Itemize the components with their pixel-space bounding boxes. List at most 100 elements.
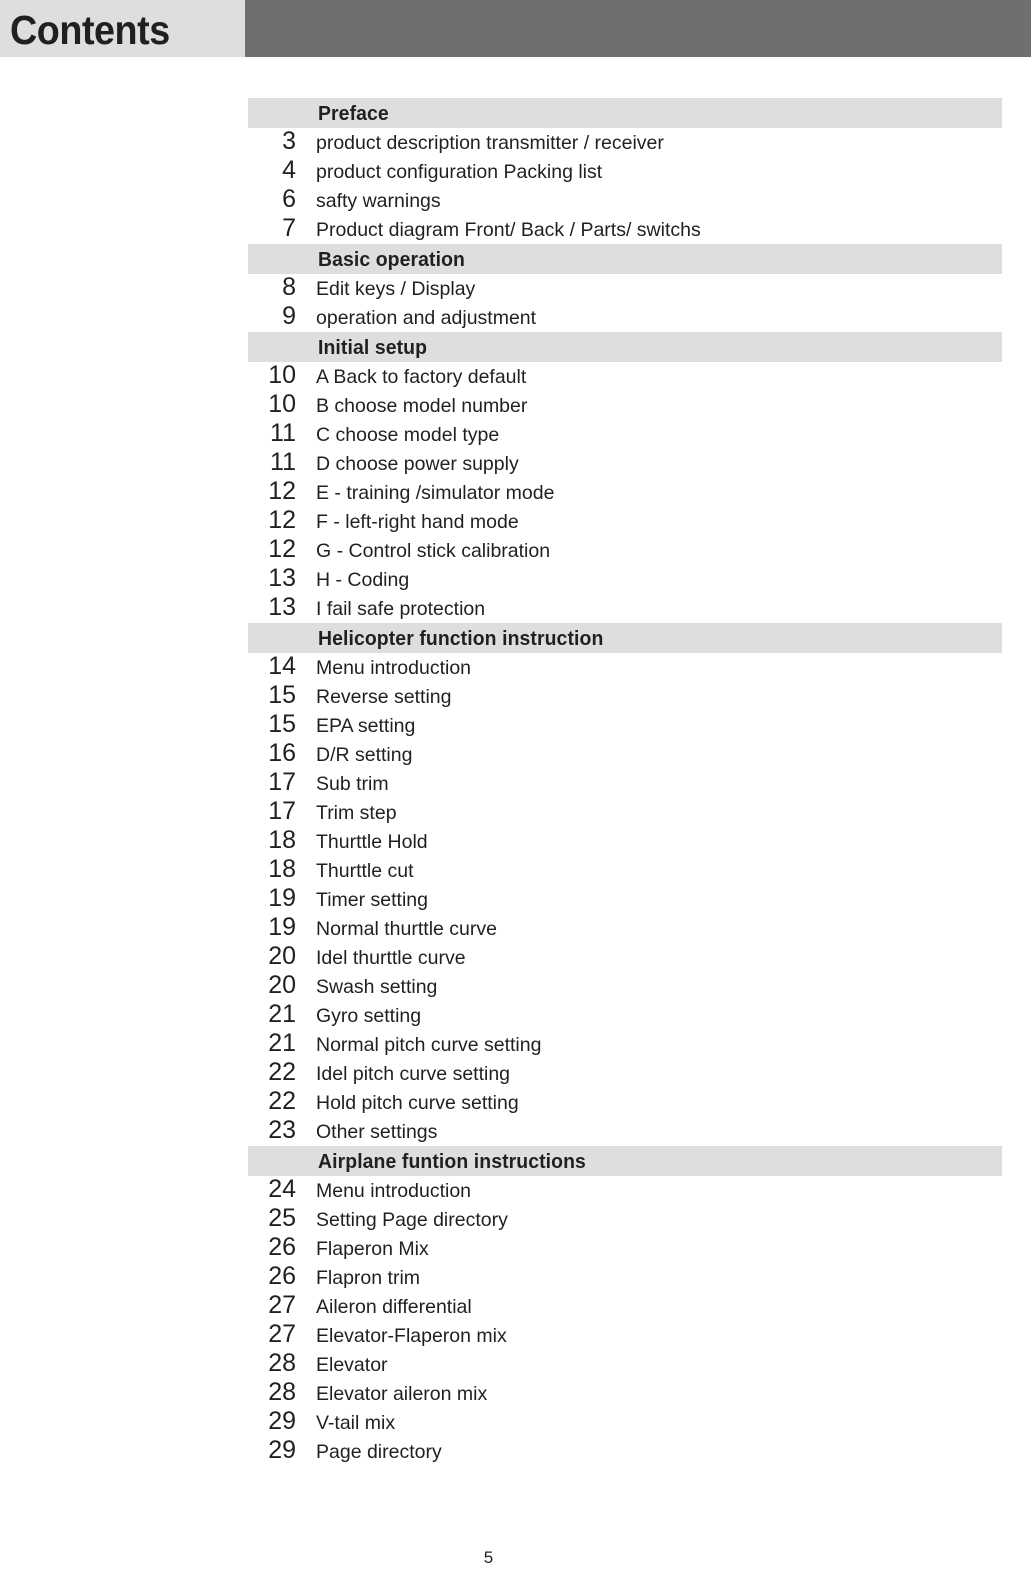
toc-section-label: Basic operation	[318, 249, 466, 271]
page-title: Contents	[10, 7, 170, 53]
toc-entry-title: E - training /simulator mode	[316, 482, 555, 504]
toc-section-header: Initial setup	[248, 332, 1002, 362]
toc-entry-title: Setting Page directory	[316, 1209, 508, 1231]
toc-entry[interactable]: 21 Normal pitch curve setting	[248, 1029, 1002, 1059]
toc-entry[interactable]: 24 Menu introduction	[248, 1175, 1002, 1205]
toc-entry-title: safty warnings	[316, 190, 441, 212]
toc-entry[interactable]: 17 Trim step	[248, 797, 1002, 827]
toc-entry-title: Sub trim	[316, 773, 389, 795]
toc-entry[interactable]: 26 Flapron trim	[248, 1262, 1002, 1292]
toc-entry[interactable]: 17 Sub trim	[248, 768, 1002, 798]
toc-entry[interactable]: 27 Elevator-Flaperon mix	[248, 1320, 1002, 1350]
toc-entry-page-number: 12	[268, 477, 296, 505]
toc-entry-title: C choose model type	[316, 424, 500, 446]
toc-entry[interactable]: 12 E - training /simulator mode	[248, 477, 1002, 507]
toc-entry[interactable]: 28 Elevator aileron mix	[248, 1378, 1002, 1408]
toc-entry-page-number: 20	[268, 971, 296, 999]
toc-section-header: Preface	[248, 98, 1002, 128]
toc-entry[interactable]: 12 G - Control stick calibration	[248, 535, 1002, 565]
toc-entry[interactable]: 11 C choose model type	[248, 419, 1002, 449]
toc-entry[interactable]: 19 Normal thurttle curve	[248, 913, 1002, 943]
toc-entry[interactable]: 14 Menu introduction	[248, 652, 1002, 682]
toc-entry[interactable]: 27 Aileron differential	[248, 1291, 1002, 1321]
toc-entry-title: Timer setting	[316, 889, 428, 911]
toc-entry[interactable]: 22 Idel pitch curve setting	[248, 1058, 1002, 1088]
toc-entry[interactable]: 15 EPA setting	[248, 710, 1002, 740]
toc-entry-title: Normal pitch curve setting	[316, 1034, 542, 1056]
toc-entry[interactable]: 16 D/R setting	[248, 739, 1002, 769]
toc-entry-title: V-tail mix	[316, 1412, 396, 1434]
toc-entry-page-number: 20	[268, 942, 296, 970]
toc-entry[interactable]: 18 Thurttle Hold	[248, 826, 1002, 856]
toc-entry-title: Normal thurttle curve	[316, 918, 497, 940]
toc-entry[interactable]: 18 Thurttle cut	[248, 855, 1002, 885]
toc-entry[interactable]: 25 Setting Page directory	[248, 1204, 1002, 1234]
toc-entry[interactable]: 13 I fail safe protection	[248, 593, 1002, 623]
toc-entry[interactable]: 20 Swash setting	[248, 971, 1002, 1001]
toc-entry[interactable]: 10 B choose model number	[248, 390, 1002, 420]
toc-entry[interactable]: 10 A Back to factory default	[248, 361, 1002, 391]
toc-section-label: Preface	[318, 103, 389, 125]
toc-section-label: Helicopter function instruction	[318, 628, 604, 650]
page-header: Contents	[0, 0, 1031, 57]
toc-entry-title: Swash setting	[316, 976, 438, 998]
toc-entry-title: H - Coding	[316, 569, 410, 591]
toc-entry[interactable]: 3 product description transmitter / recei…	[248, 127, 1002, 157]
toc-entry-title: Elevator-Flaperon mix	[316, 1325, 507, 1347]
toc-entry-title: Thurttle cut	[316, 860, 414, 882]
toc-entry-title: Elevator	[316, 1354, 388, 1376]
toc-entry[interactable]: 15 Reverse setting	[248, 681, 1002, 711]
toc-entry-page-number: 14	[268, 652, 296, 680]
toc-entry-title: Menu introduction	[316, 657, 472, 679]
toc-entry[interactable]: 29 Page directory	[248, 1436, 1002, 1466]
toc-entry-page-number: 26	[268, 1262, 296, 1290]
toc-entry[interactable]: 19 Timer setting	[248, 884, 1002, 914]
toc-entry[interactable]: 23 Other settings	[248, 1116, 1002, 1146]
toc-entry-page-number: 24	[268, 1175, 296, 1203]
toc-entry-title: I fail safe protection	[316, 598, 486, 620]
toc-entry-title: Flapron trim	[316, 1267, 421, 1289]
toc-section-header: Airplane funtion instructions	[248, 1146, 1002, 1176]
toc-entry[interactable]: 29 V-tail mix	[248, 1407, 1002, 1437]
toc-entry-page-number: 10	[268, 361, 296, 389]
toc-entry-page-number: 28	[268, 1378, 296, 1406]
toc-entry[interactable]: 9 operation and adjustment	[248, 302, 1002, 332]
toc-entry-title: product configuration Packing list	[316, 161, 603, 183]
toc-entry-page-number: 25	[268, 1204, 296, 1232]
toc-entry[interactable]: 7 Product diagram Front/ Back / Parts/ sw…	[248, 214, 1002, 244]
toc-entry[interactable]: 11 D choose power supply	[248, 448, 1002, 478]
toc-entry[interactable]: 20 Idel thurttle curve	[248, 942, 1002, 972]
toc-entry[interactable]: 12 F - left-right hand mode	[248, 506, 1002, 536]
toc-entry-title: D/R setting	[316, 744, 413, 766]
toc-entry[interactable]: 8 Edit keys / Display	[248, 273, 1002, 303]
toc-entry[interactable]: 13 H - Coding	[248, 564, 1002, 594]
toc-section-label: Airplane funtion instructions	[318, 1151, 586, 1173]
toc-entry-page-number: 11	[270, 448, 296, 476]
toc-entry-page-number: 6	[282, 185, 296, 213]
toc-entry-page-number: 15	[268, 681, 296, 709]
toc-section-header: Basic operation	[248, 244, 1002, 274]
folio-number: 5	[483, 1548, 494, 1567]
toc-entry-page-number: 18	[268, 826, 296, 854]
toc-entry-page-number: 17	[268, 768, 296, 796]
toc-entry-page-number: 12	[268, 506, 296, 534]
toc-entry[interactable]: 21 Gyro setting	[248, 1000, 1002, 1030]
toc-entry-page-number: 10	[268, 390, 296, 418]
toc-entry[interactable]: 26 Flaperon Mix	[248, 1233, 1002, 1263]
toc-entry[interactable]: 28 Elevator	[248, 1349, 1002, 1379]
toc-entry-title: Elevator aileron mix	[316, 1383, 488, 1405]
toc-entry-title: Gyro setting	[316, 1005, 422, 1027]
toc-entry-page-number: 18	[268, 855, 296, 883]
header-right-band	[245, 0, 1031, 57]
toc-entry[interactable]: 4 product configuration Packing list	[248, 156, 1002, 186]
toc-entry-title: Thurttle Hold	[316, 831, 428, 853]
toc-entry-page-number: 3	[282, 127, 296, 155]
toc-entry-page-number: 21	[268, 1000, 296, 1028]
toc-entry-title: Idel pitch curve setting	[316, 1063, 511, 1085]
toc-entry-page-number: 13	[268, 564, 296, 592]
toc-entry[interactable]: 22 Hold pitch curve setting	[248, 1087, 1002, 1117]
toc-entry-page-number: 13	[268, 593, 296, 621]
toc-entry-title: D choose power supply	[316, 453, 519, 475]
toc-entry[interactable]: 6 safty warnings	[248, 185, 1002, 215]
toc-entry-page-number: 8	[282, 273, 296, 301]
